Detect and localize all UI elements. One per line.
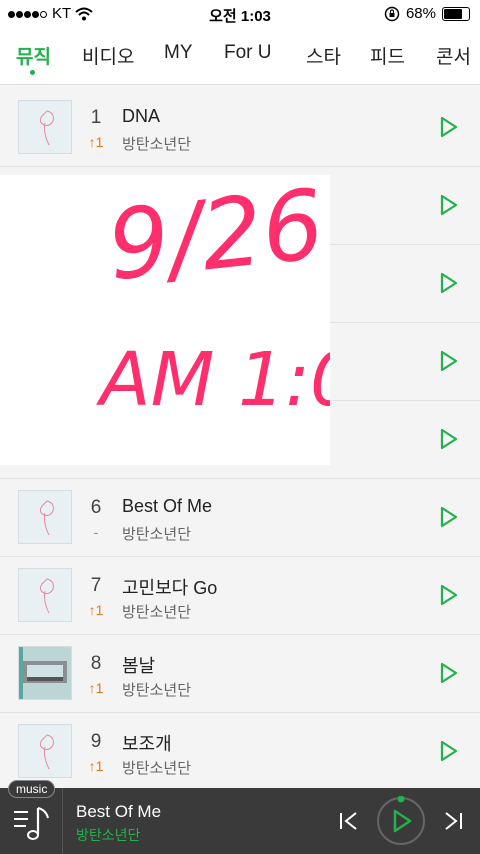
tab-for-u[interactable]: For U [224,42,272,64]
song-title: 보조개 [122,734,172,754]
song-artist: 방탄소년단 [122,136,192,153]
list-item[interactable]: 7 ↑1 고민보다 Go 방탄소년단 [0,557,480,635]
song-artist: 방탄소년단 [122,682,192,699]
rank-change: - [93,524,99,540]
song-title: DNA [122,106,161,126]
battery-percent: 68% [405,5,436,22]
previous-track-icon[interactable] [338,810,360,832]
song-artist: 방탄소년단 [122,604,192,621]
divider [62,788,63,854]
status-bar: KT 오전 1:03 68% [0,0,480,28]
redaction-overlay: 9/26 AM 1:00 [0,168,404,465]
playlist-music-icon[interactable] [12,804,52,844]
tab-feed[interactable]: 피드 [370,42,405,69]
handwritten-date: 9/26 [103,175,329,302]
song-artist: 방탄소년단 [122,760,192,777]
rank-number: 7 [90,575,102,596]
play-icon[interactable] [436,349,460,373]
rank-number: 1 [90,107,102,128]
song-artist: 방탄소년단 [122,526,192,543]
rank-change: ↑1 [88,680,104,696]
play-icon[interactable] [436,505,460,529]
album-art [18,724,72,778]
rank-number: 8 [90,653,102,674]
rank-change: ↑1 [88,758,104,774]
rank-number: 6 [90,497,102,518]
play-icon[interactable] [436,739,460,763]
category-tabs: 뮤직 비디오 MY For U 스타 피드 콘서 [0,28,480,85]
rank-change: ↑1 [88,602,104,618]
song-title: 고민보다 Go [122,578,218,598]
now-playing-artist: 방탄소년단 [76,827,141,843]
album-art [18,490,72,544]
rank-change: ↑1 [88,134,104,150]
handwritten-note: 9/26 AM 1:00 [96,168,404,423]
tab-my[interactable]: MY [164,42,193,64]
play-button[interactable] [376,796,426,846]
list-item[interactable]: 9 ↑1 보조개 방탄소년단 [0,713,480,791]
tab-video[interactable]: 비디오 [82,42,134,69]
tab-concert[interactable]: 콘서 [436,42,471,69]
now-playing-title[interactable]: Best Of Me [76,802,161,822]
song-title: 봄날 [122,656,156,676]
album-art [18,568,72,622]
play-icon[interactable] [436,271,460,295]
active-tab-indicator [30,70,35,75]
tab-star[interactable]: 스타 [306,42,341,69]
play-icon[interactable] [436,115,460,139]
next-track-icon[interactable] [442,810,464,832]
battery-icon [442,6,470,21]
play-icon[interactable] [436,661,460,685]
album-art [18,646,72,700]
play-icon[interactable] [436,583,460,607]
list-item[interactable]: 1 ↑1 DNA 방탄소년단 [0,89,480,167]
list-item[interactable]: 8 ↑1 봄날 방탄소년단 [0,635,480,713]
handwritten-time: AM 1:00 [96,337,330,423]
rank-number: 9 [90,731,102,752]
tab-music[interactable]: 뮤직 [16,42,51,69]
list-item[interactable]: 6 - Best Of Me 방탄소년단 [0,479,480,557]
rotation-lock-icon [384,6,400,21]
play-icon[interactable] [436,427,460,451]
play-icon[interactable] [436,193,460,217]
album-art [18,100,72,154]
music-badge: music [8,780,56,798]
song-title: Best Of Me [122,496,213,516]
mini-player: music Best Of Me 방탄소년단 [0,780,480,854]
